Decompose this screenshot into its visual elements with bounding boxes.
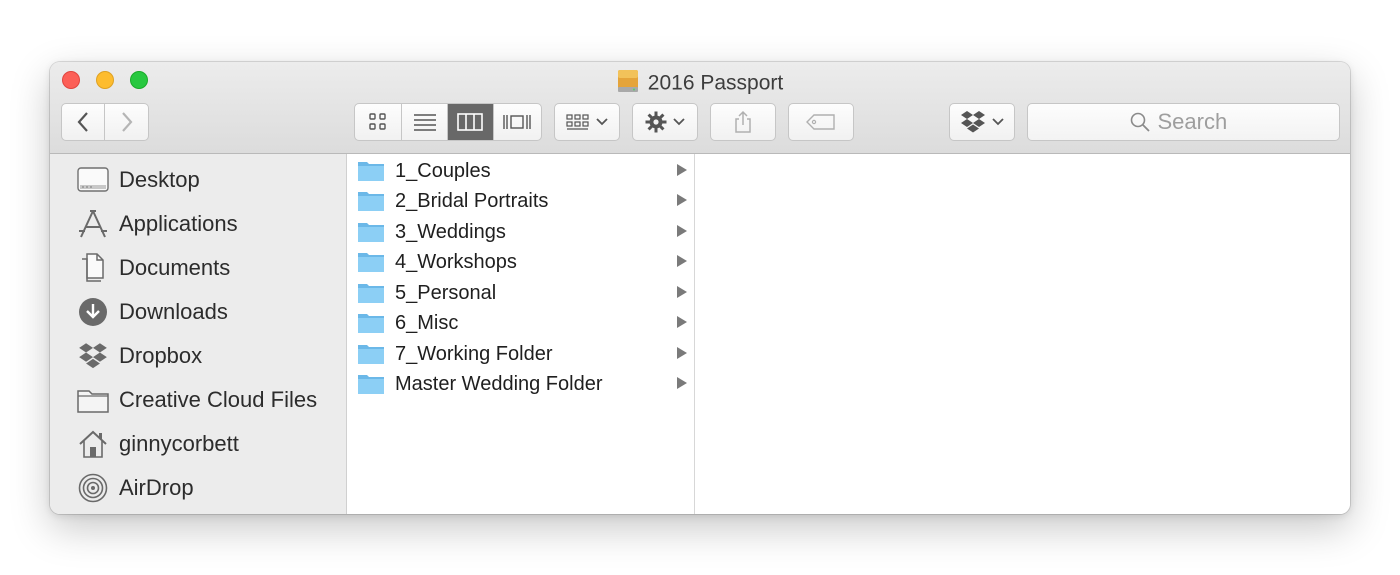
applications-icon [77, 208, 109, 240]
sidebar-item-downloads[interactable]: Downloads [77, 295, 228, 329]
tag-icon [806, 114, 835, 130]
sidebar-item-label: Desktop [119, 167, 200, 192]
browser-column-2[interactable] [695, 154, 1350, 514]
column-view-icon [457, 113, 484, 131]
navigation-buttons [61, 103, 149, 141]
sidebar-item-applications[interactable]: Applications [77, 207, 238, 241]
action-button[interactable] [632, 103, 698, 141]
sidebar-item-label: ginnycorbett [119, 431, 239, 456]
list-view-button[interactable] [402, 104, 448, 140]
share-button[interactable] [710, 103, 776, 141]
chevron-down-icon [992, 118, 1004, 126]
sidebar-item-label: AirDrop [119, 475, 194, 500]
folder-name: 3_Weddings [395, 221, 506, 243]
view-mode-control [354, 103, 542, 141]
documents-icon [77, 252, 109, 284]
folder-row-6-misc[interactable]: 6_Misc [347, 308, 694, 338]
list-view-icon [413, 114, 436, 131]
gear-icon [645, 111, 667, 133]
external-disk-icon [617, 70, 638, 92]
disclosure-arrow-icon [677, 194, 687, 206]
finder-window: 2016 Passport Search Desktop Application… [50, 62, 1350, 514]
folder-icon [358, 375, 384, 394]
folder-name: 7_Working Folder [395, 343, 553, 365]
downloads-icon [77, 296, 109, 328]
folder-name: Master Wedding Folder [395, 373, 603, 395]
disclosure-arrow-icon [677, 316, 687, 328]
disclosure-arrow-icon [677, 164, 687, 176]
folder-row-1-couples[interactable]: 1_Couples [347, 156, 694, 186]
tag-button[interactable] [788, 103, 854, 141]
cover-flow-icon [503, 115, 531, 129]
disclosure-arrow-icon [677, 286, 687, 298]
cover-flow-button[interactable] [494, 104, 541, 140]
folder-icon [77, 384, 109, 416]
search-field[interactable] [1027, 103, 1340, 141]
column-view-button[interactable] [448, 104, 494, 140]
folder-name: 4_Workshops [395, 251, 517, 273]
folder-icon [358, 223, 384, 242]
disclosure-arrow-icon [677, 347, 687, 359]
folder-row-2-bridal-portraits[interactable]: 2_Bridal Portraits [347, 186, 694, 216]
folder-icon [358, 192, 384, 211]
share-icon [735, 110, 751, 133]
airdrop-icon [77, 472, 109, 504]
dropbox-icon [77, 340, 109, 372]
folder-row-5-personal[interactable]: 5_Personal [347, 278, 694, 308]
sidebar-item-documents[interactable]: Documents [77, 251, 230, 285]
sidebar-item-label: Documents [119, 255, 231, 280]
sidebar-item-label: Applications [119, 211, 238, 236]
sidebar-item-label: Downloads [119, 299, 228, 324]
search-input[interactable] [1157, 109, 1238, 135]
folder-row-4-workshops[interactable]: 4_Workshops [347, 247, 694, 277]
folder-icon [358, 253, 384, 272]
dropbox-menu-button[interactable] [949, 103, 1015, 141]
chevron-down-icon [596, 118, 608, 126]
sidebar-item-airdrop[interactable]: AirDrop [77, 471, 194, 505]
disclosure-arrow-icon [677, 377, 687, 389]
folder-name: 1_Couples [395, 160, 491, 182]
folder-icon [358, 162, 384, 181]
sidebar: Desktop Applications Documents Downloads… [50, 154, 347, 514]
back-button[interactable] [62, 104, 106, 140]
forward-button[interactable] [105, 104, 148, 140]
sidebar-item-home[interactable]: ginnycorbett [77, 427, 239, 461]
icon-view-button[interactable] [355, 104, 403, 140]
search-icon [1130, 112, 1150, 132]
disclosure-arrow-icon [677, 225, 687, 237]
folder-name: 2_Bridal Portraits [395, 190, 549, 212]
folder-row-7-working-folder[interactable]: 7_Working Folder [347, 339, 694, 369]
browser-column-1: 1_Couples 2_Bridal Portraits 3_Weddings … [347, 154, 695, 514]
folder-icon [358, 284, 384, 303]
disclosure-arrow-icon [677, 255, 687, 267]
chevron-left-icon [77, 112, 88, 132]
toolbar: 2016 Passport [50, 62, 1350, 154]
sidebar-item-creative-cloud-files[interactable]: Creative Cloud Files [77, 383, 317, 417]
folder-row-3-weddings[interactable]: 3_Weddings [347, 217, 694, 247]
sidebar-item-label: Creative Cloud Files [119, 387, 318, 412]
folder-name: 6_Misc [395, 312, 459, 334]
sidebar-item-desktop[interactable]: Desktop [77, 163, 200, 197]
chevron-right-icon [121, 112, 132, 132]
chevron-down-icon [673, 118, 685, 126]
folder-icon [358, 314, 384, 333]
desktop-icon [77, 164, 109, 196]
sidebar-item-label: Dropbox [119, 343, 203, 368]
folder-name: 5_Personal [395, 282, 497, 304]
icon-view-icon [369, 113, 386, 130]
arrange-button[interactable] [554, 103, 620, 141]
folder-icon [358, 345, 384, 364]
window-title: 2016 Passport [50, 69, 1350, 95]
sidebar-item-dropbox[interactable]: Dropbox [77, 339, 202, 373]
arrange-icon [566, 114, 589, 130]
folder-row-master-wedding-folder[interactable]: Master Wedding Folder [347, 369, 694, 399]
home-icon [77, 428, 109, 460]
window-title-text: 2016 Passport [647, 71, 784, 95]
dropbox-icon [961, 111, 985, 133]
